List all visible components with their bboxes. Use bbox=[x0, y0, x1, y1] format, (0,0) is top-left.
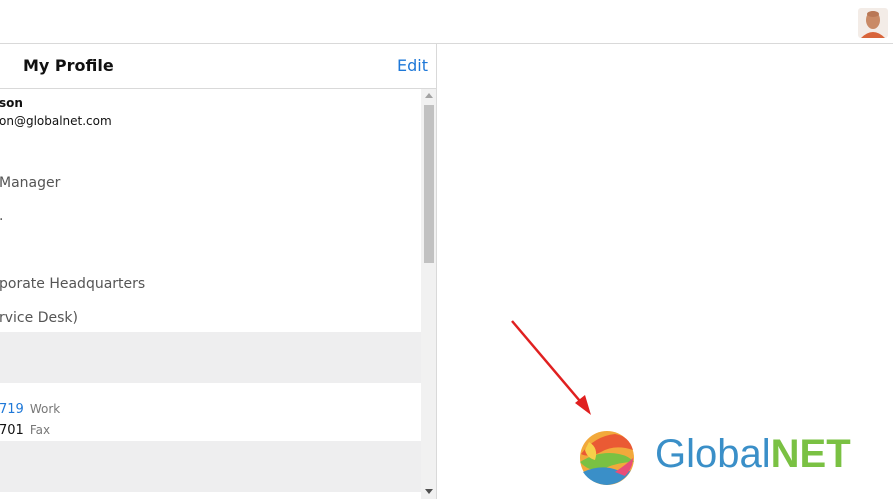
phone-number-work[interactable]: 719 bbox=[0, 402, 24, 417]
user-avatar-icon[interactable] bbox=[858, 8, 888, 38]
globalnet-logo: GlobalNET bbox=[575, 428, 885, 488]
profile-location: porate Headquarters bbox=[0, 276, 146, 292]
profile-header: My Profile Edit bbox=[0, 44, 436, 89]
profile-scroll-area[interactable]: son on@globalnet.com Manager . porate He… bbox=[0, 89, 436, 499]
vertical-scrollbar[interactable] bbox=[421, 89, 436, 499]
scroll-up-arrow-icon[interactable] bbox=[425, 93, 433, 98]
phone-type-work: Work bbox=[29, 402, 61, 416]
globe-logo-icon bbox=[580, 431, 634, 485]
scrollbar-thumb[interactable] bbox=[424, 105, 434, 263]
section-divider bbox=[0, 332, 421, 383]
profile-department: . bbox=[0, 208, 3, 224]
section-divider bbox=[0, 441, 421, 492]
phone-row-work: 719 Work bbox=[0, 398, 60, 417]
logo-text-global: Global bbox=[655, 432, 771, 476]
profile-email: on@globalnet.com bbox=[0, 114, 112, 128]
phone-number-fax: 701 bbox=[0, 423, 24, 438]
annotation-arrow-icon bbox=[511, 320, 591, 415]
profile-name: son bbox=[0, 96, 23, 110]
edit-button[interactable]: Edit bbox=[397, 56, 428, 75]
profile-job-title: Manager bbox=[0, 175, 61, 191]
logo-wordmark: GlobalNET bbox=[655, 432, 851, 477]
logo-text-net: NET bbox=[770, 432, 851, 476]
profile-content: son on@globalnet.com Manager . porate He… bbox=[0, 89, 421, 499]
profile-team: rvice Desk) bbox=[0, 310, 78, 326]
phone-row-fax: 701 Fax bbox=[0, 419, 50, 438]
profile-panel: My Profile Edit son on@globalnet.com Man… bbox=[0, 44, 437, 499]
scroll-down-arrow-icon[interactable] bbox=[425, 489, 433, 494]
top-bar bbox=[0, 0, 893, 44]
phone-type-fax: Fax bbox=[29, 423, 51, 437]
page-title: My Profile bbox=[23, 56, 114, 75]
